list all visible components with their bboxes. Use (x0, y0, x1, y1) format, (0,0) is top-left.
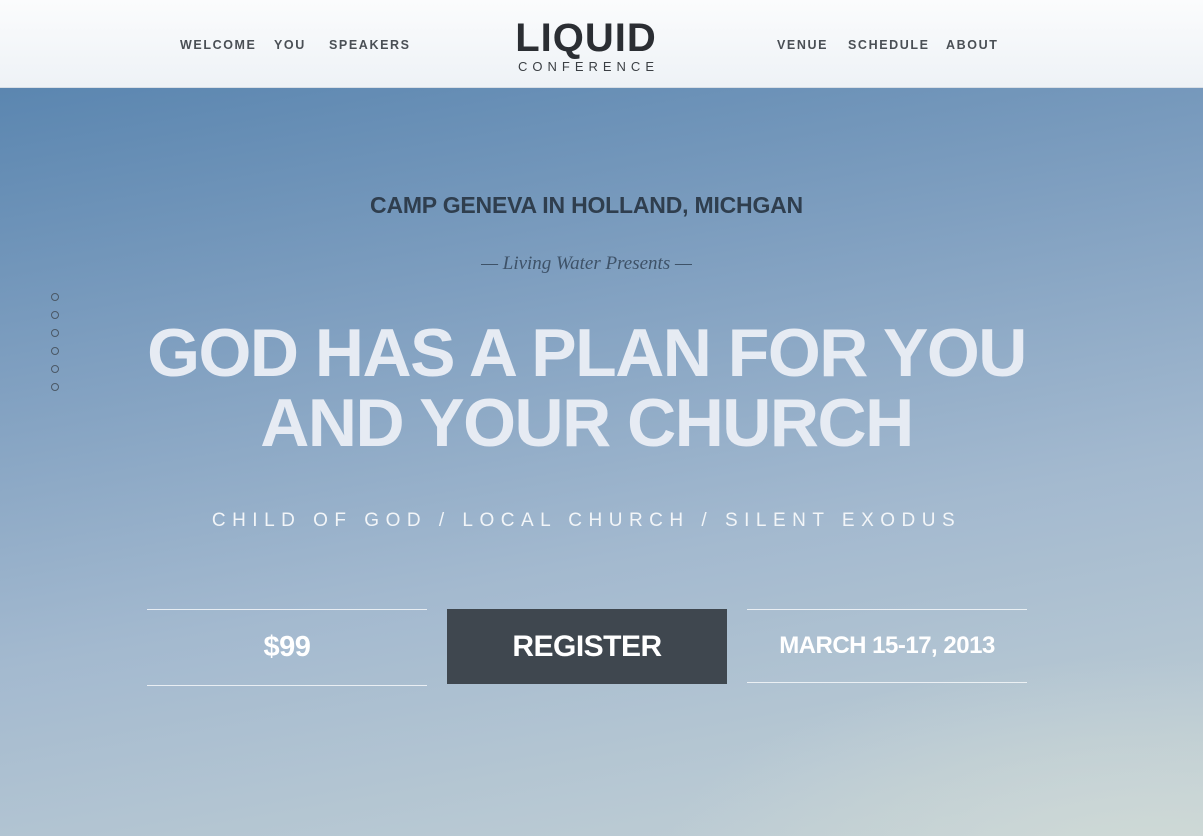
logo-subtitle: CONFERENCE (517, 59, 659, 74)
nav-schedule[interactable]: SCHEDULE (848, 38, 930, 52)
event-location: CAMP GENEVA IN HOLLAND, MICHGAN (370, 192, 803, 218)
price-label: $99 (147, 609, 427, 686)
hero-headline: GOD HAS A PLAN FOR YOU AND YOUR CHURCH (0, 318, 1173, 458)
nav-welcome[interactable]: WELCOME (180, 38, 256, 52)
site-logo[interactable]: LIQUID CONFERENCE (487, 16, 685, 74)
presenter-tagline: — Living Water Presents — (481, 253, 692, 274)
logo-title: LIQUID (515, 16, 657, 60)
nav-venue[interactable]: VENUE (777, 38, 828, 52)
section-dot-1[interactable] (51, 293, 59, 301)
nav-you[interactable]: YOU (274, 38, 306, 52)
register-button[interactable]: REGISTER (447, 609, 727, 684)
headline-line-1: GOD HAS A PLAN FOR YOU (147, 315, 1027, 391)
nav-speakers[interactable]: SPEAKERS (329, 38, 411, 52)
conference-tracks: CHILD OF GOD / LOCAL CHURCH / SILENT EXO… (211, 510, 962, 531)
nav-about[interactable]: ABOUT (946, 38, 998, 52)
hero-section: CAMP GENEVA IN HOLLAND, MICHGAN — Living… (0, 88, 1203, 836)
site-header: WELCOME YOU SPEAKERS LIQUID CONFERENCE V… (0, 0, 1203, 88)
headline-line-2: AND YOUR CHURCH (260, 385, 914, 461)
event-date: MARCH 15-17, 2013 (747, 609, 1027, 683)
